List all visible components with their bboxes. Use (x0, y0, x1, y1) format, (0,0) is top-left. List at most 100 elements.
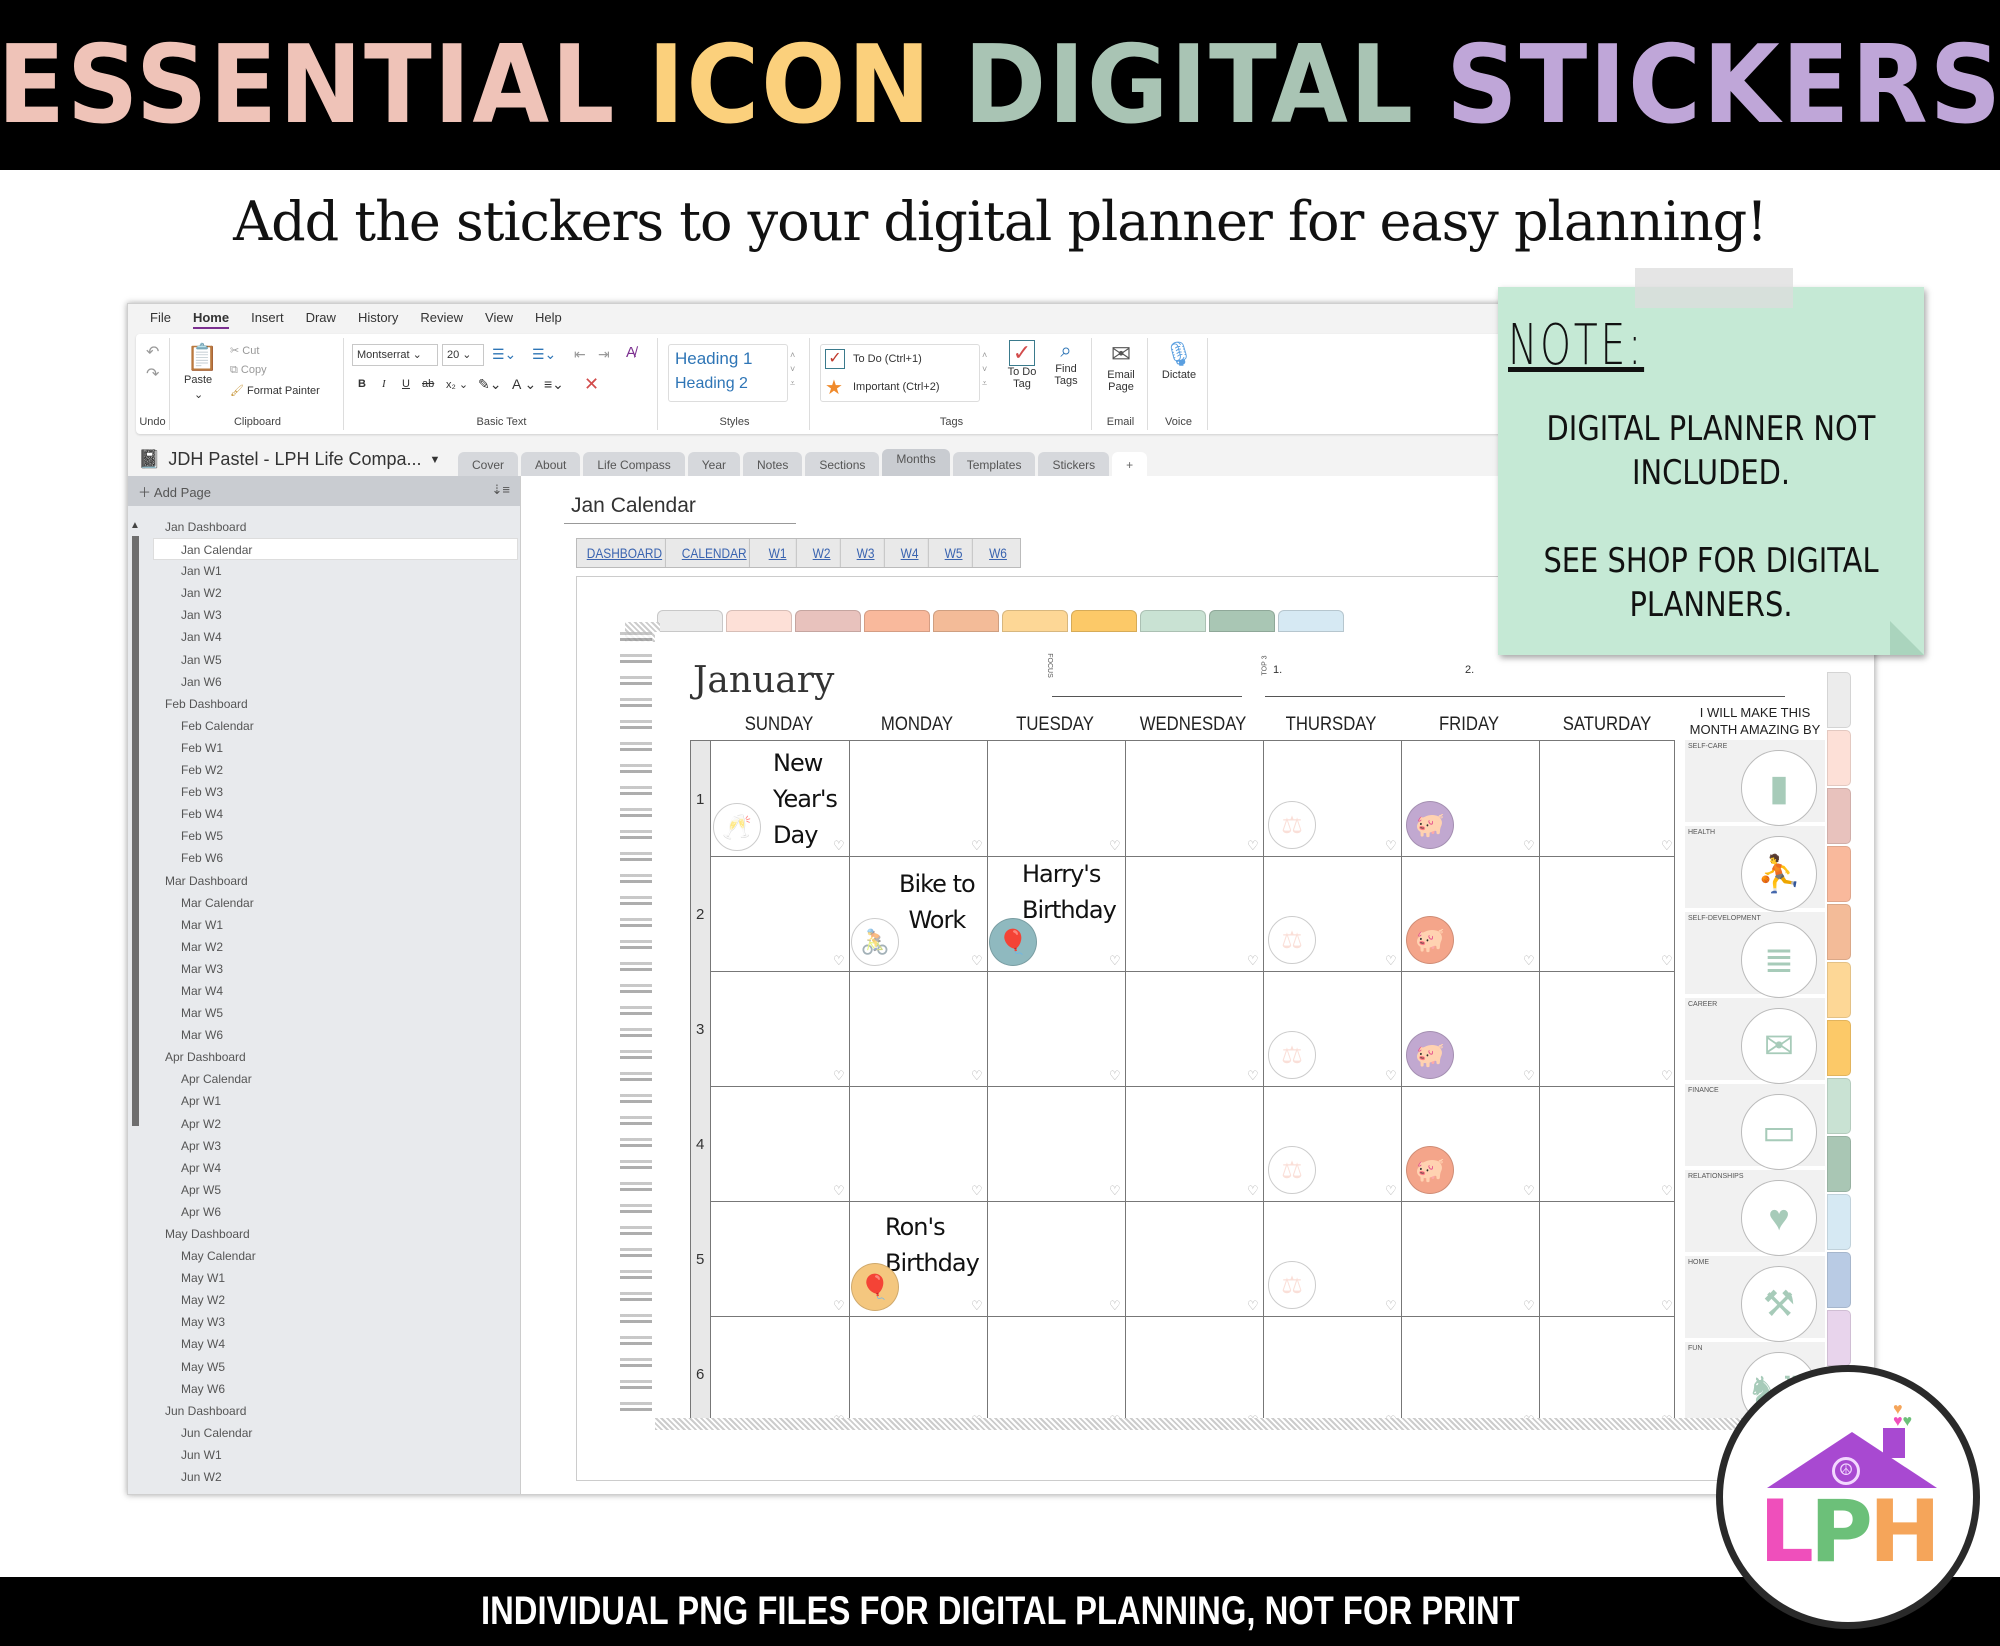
heart-icon[interactable]: ♡ (1385, 1183, 1397, 1199)
day-cell[interactable] (987, 1201, 1125, 1316)
life-area-self-development[interactable]: SELF-DEVELOPMENT ≣ (1685, 912, 1825, 998)
redo-icon[interactable]: ↷ (146, 364, 159, 384)
day-cell[interactable] (987, 1316, 1125, 1431)
page-item[interactable]: Jan W4 (128, 626, 520, 648)
day-cell[interactable] (849, 971, 987, 1086)
planner-side-tab[interactable] (1827, 1194, 1851, 1250)
tab-months[interactable]: Months (882, 449, 950, 476)
decrease-indent-icon[interactable]: ⇤ (574, 346, 586, 363)
heart-icon[interactable]: ♡ (833, 1068, 845, 1084)
piggy-bank-icon[interactable]: 🐖 (1406, 916, 1454, 964)
planner-tab[interactable] (1002, 610, 1068, 632)
tags-scroll-icon[interactable]: ˄ ˅ ⩡ (982, 348, 987, 390)
planner-side-tab[interactable] (1827, 672, 1851, 728)
clear-formatting-icon[interactable]: A̸ (626, 344, 636, 361)
page-item[interactable]: Jan Dashboard (128, 516, 520, 538)
heart-icon[interactable]: ♡ (1523, 1068, 1535, 1084)
tab-cover[interactable]: Cover (458, 452, 519, 476)
planner-tab[interactable] (726, 610, 792, 632)
numbering-icon[interactable]: ☰⌄ (532, 346, 556, 363)
page-item[interactable]: Feb W3 (128, 781, 520, 803)
page-item[interactable]: May W4 (128, 1333, 520, 1355)
planner-side-tab[interactable] (1827, 962, 1851, 1018)
nav-link-calendar[interactable]: CALENDAR (679, 539, 750, 567)
page-item[interactable]: Feb W6 (128, 847, 520, 869)
font-color-button[interactable]: A ⌄ (512, 376, 536, 393)
heart-icon[interactable]: ♡ (833, 1298, 845, 1314)
increase-indent-icon[interactable]: ⇥ (598, 346, 610, 363)
heart-icon[interactable]: ♡ (1661, 838, 1673, 854)
page-item[interactable]: Feb W4 (128, 803, 520, 825)
copy-button[interactable]: ⧉ Copy (230, 364, 267, 377)
day-cell[interactable] (1125, 971, 1263, 1086)
scale-icon[interactable]: ⚖ (1268, 801, 1316, 849)
styles-gallery[interactable]: Heading 1 Heading 2 (668, 344, 788, 402)
nav-link-w2[interactable]: W2 (803, 539, 841, 567)
top3-line[interactable] (1265, 696, 1785, 697)
page-item[interactable]: Jun W2 (128, 1466, 520, 1488)
scale-icon[interactable]: ⚖ (1268, 1146, 1316, 1194)
notebook-selector[interactable]: 📓 JDH Pastel - LPH Life Compa... ▼ (138, 449, 440, 470)
planner-side-tab[interactable] (1827, 1136, 1851, 1192)
page-item[interactable]: Apr Calendar (128, 1068, 520, 1090)
font-size-select[interactable]: 20 ⌄ (442, 344, 484, 366)
add-section-button[interactable]: + (1112, 452, 1148, 476)
tab-about[interactable]: About (521, 452, 581, 476)
page-item[interactable]: Feb Calendar (128, 715, 520, 737)
italic-button[interactable]: I (382, 378, 386, 390)
planner-side-tab[interactable] (1827, 1020, 1851, 1076)
menu-help[interactable]: Help (535, 310, 562, 325)
planner-tab[interactable] (1140, 610, 1206, 632)
clear-icon[interactable]: ✕ (584, 374, 599, 395)
page-item[interactable]: Feb W2 (128, 759, 520, 781)
day-cell[interactable] (1125, 1201, 1263, 1316)
dictate-button[interactable]: 🎙 Dictate (1154, 340, 1204, 381)
planner-side-tab[interactable] (1827, 846, 1851, 902)
heart-icon[interactable]: ♡ (1247, 953, 1259, 969)
menu-history[interactable]: History (358, 310, 398, 325)
tab-life-compass[interactable]: Life Compass (583, 452, 685, 476)
heart-icon[interactable]: ♡ (971, 1183, 983, 1199)
page-item[interactable]: Jan W1 (128, 560, 520, 582)
day-cell[interactable] (711, 1086, 849, 1201)
scale-icon[interactable]: ⚖ (1268, 1031, 1316, 1079)
heart-icon[interactable]: ♡ (1247, 1068, 1259, 1084)
day-cell[interactable] (987, 741, 1125, 856)
day-cell[interactable] (1539, 1316, 1677, 1431)
find-tags-button[interactable]: ⌕ Find Tags (1046, 340, 1086, 387)
day-cell[interactable] (1125, 741, 1263, 856)
add-page-button[interactable]: ＋ Add Page (138, 482, 211, 500)
cut-button[interactable]: ✂ Cut (230, 344, 259, 357)
life-area-self-care[interactable]: SELF-CARE ▮ (1685, 740, 1825, 826)
planner-tab[interactable] (795, 610, 861, 632)
heart-icon[interactable]: ♡ (971, 838, 983, 854)
page-item[interactable]: Mar W4 (128, 980, 520, 1002)
menu-file[interactable]: File (150, 310, 171, 325)
page-item[interactable]: Mar W5 (128, 1002, 520, 1024)
highlight-icon[interactable]: ✎⌄ (478, 376, 501, 393)
page-item[interactable]: Apr Dashboard (128, 1046, 520, 1068)
day-cell[interactable] (1125, 856, 1263, 971)
planner-tab[interactable] (1071, 610, 1137, 632)
menu-home[interactable]: Home (192, 310, 230, 329)
day-cell[interactable] (1263, 1316, 1401, 1431)
page-item[interactable]: May Calendar (128, 1245, 520, 1267)
day-cell[interactable] (987, 971, 1125, 1086)
page-item[interactable]: Feb W1 (128, 737, 520, 759)
heart-icon[interactable]: ♡ (1247, 838, 1259, 854)
heart-icon[interactable]: ♡ (1661, 1068, 1673, 1084)
heart-icon[interactable]: ♡ (1109, 1068, 1121, 1084)
page-item[interactable]: Jun Dashboard (128, 1400, 520, 1422)
tab-templates[interactable]: Templates (952, 452, 1036, 476)
planner-side-tab[interactable] (1827, 904, 1851, 960)
page-item[interactable]: Apr W6 (128, 1201, 520, 1223)
heart-icon[interactable]: ♡ (1109, 838, 1121, 854)
planner-tab[interactable] (933, 610, 999, 632)
page-item[interactable]: Mar W2 (128, 936, 520, 958)
align-icon[interactable]: ≡⌄ (544, 376, 564, 393)
day-cell[interactable] (1539, 856, 1677, 971)
page-item[interactable]: Mar Calendar (128, 892, 520, 914)
chevron-down-icon[interactable]: ⌄ (194, 388, 203, 401)
nav-link-w6[interactable]: W6 (979, 539, 1016, 567)
scale-icon[interactable]: ⚖ (1268, 1261, 1316, 1309)
